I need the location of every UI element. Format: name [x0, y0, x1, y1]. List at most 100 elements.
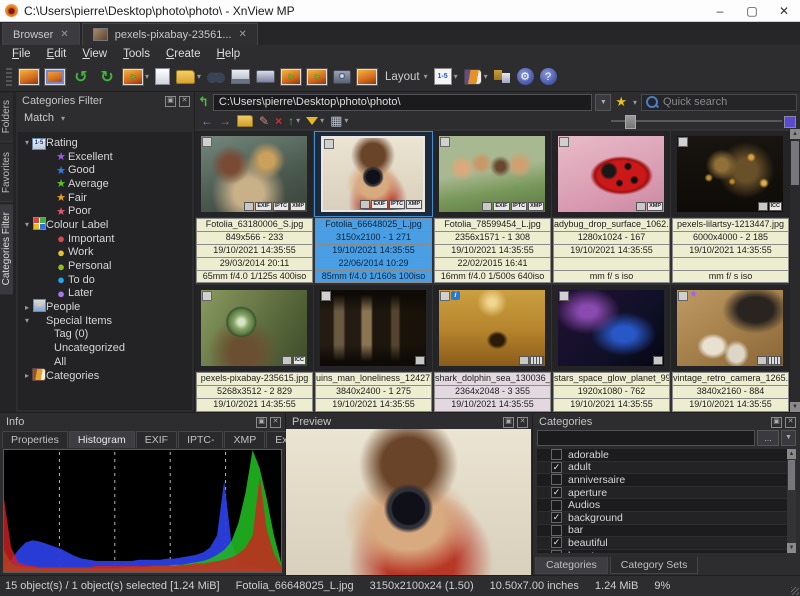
chevron-down-icon[interactable]: ▾: [145, 72, 149, 81]
slider-mode-icon[interactable]: [784, 116, 796, 128]
up-level-icon[interactable]: ↱: [198, 94, 209, 110]
menu-view[interactable]: View: [74, 48, 115, 60]
info-tab-iptc-iim[interactable]: IPTC-IIM: [178, 431, 223, 448]
favorites-chevron-icon[interactable]: ▾: [633, 98, 637, 107]
toolbar-grip[interactable]: [6, 68, 12, 86]
meta-name[interactable]: shark_dolphin_sea_130036_..: [434, 372, 551, 386]
menu-file[interactable]: File: [4, 48, 39, 60]
scroll-up-icon[interactable]: ▲: [787, 449, 796, 459]
thumb-checkbox[interactable]: [678, 137, 688, 147]
slider-track[interactable]: [611, 120, 782, 122]
tree-item-people[interactable]: ▸People: [18, 300, 192, 314]
meta-taken[interactable]: 29/03/2014 20:11: [196, 258, 313, 271]
menu-help[interactable]: Help: [209, 48, 249, 60]
meta-dims[interactable]: 3840x2160 - 884: [672, 386, 789, 399]
convert-icon[interactable]: ▾: [123, 65, 149, 89]
meta-modified[interactable]: 19/10/2021 14:35:55: [434, 399, 551, 412]
menu-create[interactable]: Create: [158, 48, 209, 60]
category-checkbox[interactable]: [551, 550, 562, 553]
resize-grip[interactable]: [791, 587, 799, 595]
tree-item-important[interactable]: ●Important: [18, 232, 192, 246]
tree-item-special-items[interactable]: ▾Special Items: [18, 314, 192, 328]
vertical-scrollbar[interactable]: ▲ ▼: [789, 129, 800, 412]
move-to-folder-icon[interactable]: ▾: [176, 65, 201, 89]
tree-caret-icon[interactable]: ▸: [22, 371, 32, 380]
close-button[interactable]: ✕: [768, 0, 800, 21]
tree-caret-icon[interactable]: ▸: [22, 303, 32, 312]
category-checkbox[interactable]: ✓: [551, 512, 562, 523]
thumbnail-item[interactable]: ICC: [195, 285, 314, 371]
meta-modified[interactable]: 19/10/2021 14:35:55: [672, 399, 789, 412]
chevron-down-icon[interactable]: ▾: [424, 72, 428, 81]
print-icon[interactable]: [231, 65, 250, 89]
tree-item-average[interactable]: ★Average: [18, 177, 192, 191]
compare-icon[interactable]: [494, 65, 511, 89]
category-checkbox[interactable]: [551, 525, 562, 536]
tab-close-icon[interactable]: ✕: [60, 29, 68, 40]
thumb-checkbox[interactable]: [678, 291, 688, 301]
category-search-input[interactable]: [537, 430, 755, 446]
tab-image[interactable]: pexels-pixabay-23561...✕: [82, 23, 258, 45]
float-panel-icon[interactable]: ▣: [503, 417, 514, 428]
meta-exif[interactable]: mm f/ s iso: [553, 271, 670, 284]
scroll-down-icon[interactable]: ▼: [787, 543, 796, 553]
meta-modified[interactable]: 19/10/2021 14:35:55: [196, 245, 313, 258]
fullscreen-icon[interactable]: [45, 65, 65, 89]
meta-modified[interactable]: 19/10/2021 14:35:55: [434, 245, 551, 258]
scrollbar-thumb[interactable]: [788, 460, 795, 490]
tree-item-uncategorized[interactable]: Uncategorized: [18, 341, 192, 355]
chevron-down-icon[interactable]: ▾: [484, 72, 488, 81]
tree-caret-icon[interactable]: ▾: [22, 316, 32, 325]
scanner-icon[interactable]: [256, 65, 275, 89]
tree-item-tag-0-[interactable]: Tag (0): [18, 328, 192, 342]
chevron-down-icon[interactable]: ▾: [454, 72, 458, 81]
meta-modified[interactable]: 19/10/2021 14:35:55: [672, 245, 789, 258]
settings-icon[interactable]: ⚙: [517, 65, 534, 89]
tree-item-excellent[interactable]: ★Excellent: [18, 150, 192, 164]
capture-icon[interactable]: [333, 65, 351, 89]
match-dropdown[interactable]: Match: [24, 112, 54, 124]
rotate-left-icon[interactable]: ↺: [71, 65, 91, 89]
minimize-button[interactable]: –: [704, 0, 736, 21]
rotate-right-icon[interactable]: ↻: [97, 65, 117, 89]
thumbnail-item[interactable]: EXIFIPTCXMP: [314, 131, 433, 217]
meta-dims[interactable]: 2364x2048 - 3 355: [434, 386, 551, 399]
thumbnail-item[interactable]: i: [433, 285, 552, 371]
scrollbar-thumb[interactable]: [791, 141, 799, 185]
meta-modified[interactable]: 19/10/2021 14:35:55: [315, 399, 432, 412]
tree-item-fair[interactable]: ★Fair: [18, 191, 192, 205]
tab-categories[interactable]: Categories: [535, 557, 608, 574]
thumb-checkbox[interactable]: [559, 137, 569, 147]
chevron-down-icon[interactable]: ▾: [61, 114, 65, 123]
meta-modified[interactable]: 19/10/2021 14:35:55: [196, 399, 313, 412]
tree-item-rating[interactable]: ▾1·5Rating: [18, 136, 192, 150]
menu-tools[interactable]: Tools: [115, 48, 158, 60]
forward-button[interactable]: →: [219, 114, 231, 128]
meta-dims[interactable]: 3150x2100 - 1 271: [315, 232, 432, 245]
meta-taken[interactable]: 22/06/2014 10:29: [315, 258, 432, 271]
float-panel-icon[interactable]: ▣: [256, 417, 267, 428]
category-scrollbar[interactable]: ▲ ▼: [787, 449, 796, 553]
meta-modified[interactable]: 19/10/2021 14:35:55: [553, 245, 670, 258]
delete-icon[interactable]: ×: [275, 114, 282, 128]
chevron-down-icon[interactable]: ▾: [320, 116, 324, 125]
category-checkbox[interactable]: [551, 500, 562, 511]
chevron-down-icon[interactable]: ▾: [344, 116, 348, 125]
close-panel-icon[interactable]: ✕: [179, 96, 190, 107]
category-checkbox[interactable]: ✓: [551, 462, 562, 473]
meta-name[interactable]: Fotolia_63180006_S.jpg: [196, 218, 313, 232]
filter-icon[interactable]: ▾: [306, 116, 324, 125]
meta-name[interactable]: vintage_retro_camera_1265...: [672, 372, 789, 386]
meta-taken[interactable]: 22/02/2015 16:41: [434, 258, 551, 271]
viewer-icon[interactable]: [19, 65, 39, 89]
thumbnail-size-menu[interactable]: 1-5▾: [434, 65, 458, 89]
scroll-down-icon[interactable]: ▼: [790, 402, 800, 412]
thumbnail-item[interactable]: EXIFIPTCXMP: [195, 131, 314, 217]
meta-taken[interactable]: [672, 258, 789, 271]
batch-convert-icon[interactable]: [307, 65, 327, 89]
category-row[interactable]: adorable: [537, 449, 796, 462]
meta-name[interactable]: Fotolia_66648025_L.jpg: [315, 218, 432, 232]
thumbnail-size-slider[interactable]: [611, 114, 796, 128]
tab-category-sets[interactable]: Category Sets: [610, 557, 699, 574]
meta-name[interactable]: pexels-pixabay-235615.jpg: [196, 372, 313, 386]
